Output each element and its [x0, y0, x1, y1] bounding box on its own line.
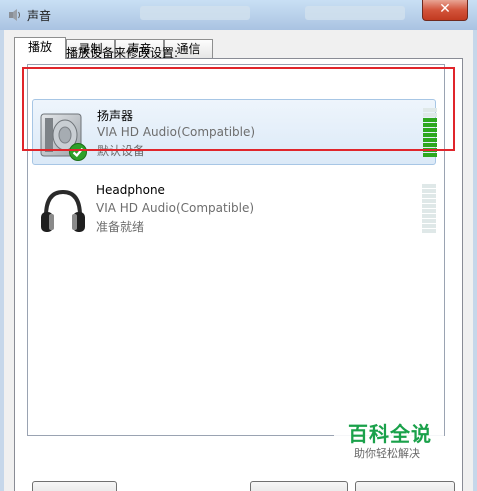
properties-button[interactable]	[355, 481, 455, 491]
volume-meter	[423, 108, 437, 158]
meter-segment	[423, 113, 437, 117]
meter-segment	[422, 214, 436, 218]
meter-segment	[422, 199, 436, 203]
meter-segment	[423, 108, 437, 112]
watermark-subtitle: 助你轻松解决	[354, 447, 420, 460]
title-blur-area	[305, 6, 405, 20]
device-name: Headphone	[96, 183, 165, 197]
tab-playback[interactable]: 播放	[14, 37, 66, 59]
close-button[interactable]: ✕	[422, 0, 468, 21]
meter-segment	[423, 128, 437, 132]
device-status: 准备就绪	[96, 220, 145, 234]
meter-segment	[422, 209, 436, 213]
watermark-title: 百科全说	[348, 422, 432, 446]
meter-segment	[423, 138, 437, 142]
window-title: 声音	[27, 9, 52, 23]
meter-segment	[422, 219, 436, 223]
meter-segment	[422, 229, 436, 233]
meter-segment	[422, 224, 436, 228]
meter-segment	[422, 184, 436, 188]
title-blur-area	[140, 6, 250, 20]
device-driver: VIA HD Audio(Compatible)	[97, 125, 256, 139]
device-item-headphone[interactable]: Headphone VIA HD Audio(Compatible) 准备就绪	[32, 176, 436, 242]
device-status: 默认设备	[97, 144, 146, 158]
device-item-speaker[interactable]: 扬声器 VIA HD Audio(Compatible) 默认设备	[32, 99, 437, 165]
meter-segment	[423, 118, 437, 122]
default-check-icon	[69, 143, 87, 161]
meter-segment	[422, 194, 436, 198]
configure-button[interactable]	[32, 481, 117, 491]
meter-segment	[422, 204, 436, 208]
close-icon: ✕	[439, 1, 451, 17]
meter-segment	[422, 189, 436, 193]
meter-segment	[423, 123, 437, 127]
device-list[interactable]: 扬声器 VIA HD Audio(Compatible) 默认设备 Headph…	[27, 64, 445, 436]
meter-segment	[423, 153, 437, 157]
headphone-icon	[41, 189, 85, 232]
device-name: 扬声器	[97, 109, 134, 123]
meter-segment	[423, 148, 437, 152]
device-driver: VIA HD Audio(Compatible)	[96, 201, 255, 215]
meter-segment	[423, 133, 437, 137]
title-bar[interactable]: 声音 ✕	[0, 0, 477, 30]
meter-segment	[423, 143, 437, 147]
volume-meter	[422, 184, 436, 234]
watermark-logo: 百科全说 助你轻松解决	[334, 413, 444, 465]
set-default-button[interactable]	[250, 481, 348, 491]
speaker-app-icon	[9, 9, 20, 21]
